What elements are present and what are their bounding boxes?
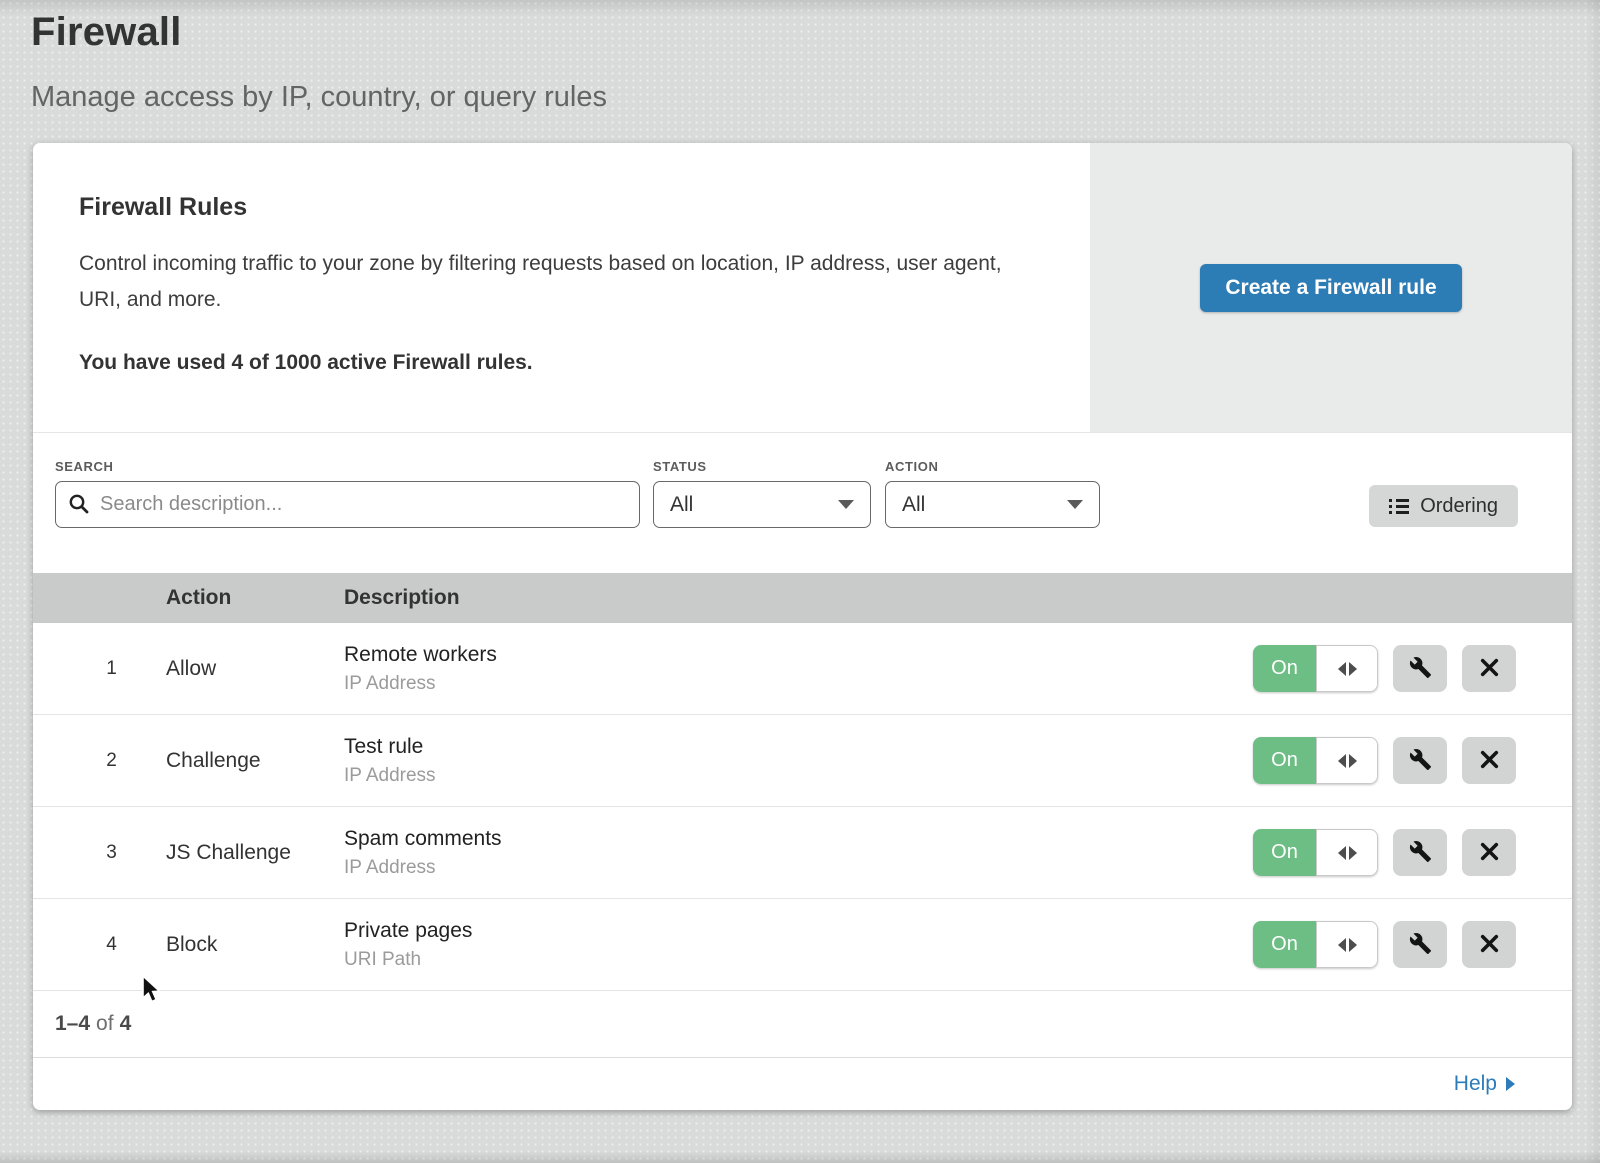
pagination-status: 1–4 of 4	[33, 991, 1572, 1058]
toggle-arrows-icon	[1316, 737, 1378, 784]
rule-description: Spam comments	[344, 827, 1253, 851]
edit-rule-button[interactable]	[1393, 737, 1447, 784]
help-link-label: Help	[1454, 1072, 1497, 1096]
firewall-rules-card: Firewall Rules Control incoming traffic …	[33, 143, 1572, 1110]
status-label: STATUS	[653, 459, 707, 474]
rule-description-cell: Private pages URI Path	[344, 919, 1253, 971]
rule-description: Test rule	[344, 735, 1253, 759]
rule-enabled-toggle[interactable]: On	[1253, 737, 1378, 784]
pagination-total: 4	[120, 1012, 132, 1036]
rule-action: JS Challenge	[166, 841, 344, 865]
pagination-of: of	[96, 1012, 114, 1036]
rule-controls: On	[1253, 829, 1572, 876]
rule-priority: 2	[33, 750, 166, 772]
action-label: ACTION	[885, 459, 938, 474]
rules-usage-text: You have used 4 of 1000 active Firewall …	[79, 351, 1044, 375]
ordering-icon	[1389, 499, 1409, 514]
rule-match-type: IP Address	[344, 673, 1253, 695]
search-field-wrapper	[55, 481, 640, 528]
rule-description: Private pages	[344, 919, 1253, 943]
rule-enabled-toggle[interactable]: On	[1253, 645, 1378, 692]
close-icon	[1479, 749, 1500, 773]
wrench-icon	[1409, 840, 1432, 866]
page-subtitle: Manage access by IP, country, or query r…	[31, 81, 1600, 114]
rule-priority: 1	[33, 658, 166, 680]
search-input[interactable]	[55, 481, 640, 528]
search-label: SEARCH	[55, 459, 114, 474]
edit-rule-button[interactable]	[1393, 645, 1447, 692]
ordering-button-label: Ordering	[1420, 495, 1498, 518]
table-row: 4 Block Private pages URI Path On	[33, 899, 1572, 991]
action-select[interactable]: All	[885, 481, 1100, 528]
toggle-state-label: On	[1253, 921, 1316, 968]
rule-priority: 4	[33, 934, 166, 956]
delete-rule-button[interactable]	[1462, 645, 1516, 692]
column-header-action: Action	[166, 586, 344, 610]
wrench-icon	[1409, 932, 1432, 958]
status-selected-value: All	[670, 493, 693, 517]
column-header-description: Description	[344, 586, 1572, 610]
rule-match-type: IP Address	[344, 765, 1253, 787]
dropdown-arrow-icon	[838, 500, 854, 509]
help-link[interactable]: Help	[1454, 1072, 1515, 1096]
intro-heading: Firewall Rules	[79, 193, 1044, 222]
intro-text-block: Firewall Rules Control incoming traffic …	[33, 143, 1090, 432]
status-select[interactable]: All	[653, 481, 871, 528]
rule-action: Challenge	[166, 749, 344, 773]
toggle-arrows-icon	[1316, 645, 1378, 692]
toggle-state-label: On	[1253, 737, 1316, 784]
delete-rule-button[interactable]	[1462, 829, 1516, 876]
rule-description-cell: Spam comments IP Address	[344, 827, 1253, 879]
help-arrow-icon	[1506, 1077, 1515, 1091]
search-icon	[68, 493, 90, 520]
rule-description: Remote workers	[344, 643, 1253, 667]
card-footer: Help	[33, 1058, 1572, 1109]
card-intro-section: Firewall Rules Control incoming traffic …	[33, 143, 1572, 433]
action-selected-value: All	[902, 493, 925, 517]
create-firewall-rule-button[interactable]: Create a Firewall rule	[1200, 264, 1461, 312]
table-row: 1 Allow Remote workers IP Address On	[33, 623, 1572, 715]
toggle-arrows-icon	[1316, 921, 1378, 968]
table-row: 3 JS Challenge Spam comments IP Address …	[33, 807, 1572, 899]
page-title: Firewall	[31, 10, 1600, 55]
dropdown-arrow-icon	[1067, 500, 1083, 509]
close-icon	[1479, 841, 1500, 865]
filters-section: SEARCH STATUS All ACTION All	[33, 433, 1572, 573]
close-icon	[1479, 657, 1500, 681]
rule-enabled-toggle[interactable]: On	[1253, 829, 1378, 876]
rule-action: Allow	[166, 657, 344, 681]
table-header: Action Description	[33, 573, 1572, 623]
delete-rule-button[interactable]	[1462, 921, 1516, 968]
wrench-icon	[1409, 656, 1432, 682]
delete-rule-button[interactable]	[1462, 737, 1516, 784]
create-rule-panel: Create a Firewall rule	[1090, 143, 1572, 432]
toggle-arrows-icon	[1316, 829, 1378, 876]
rule-match-type: IP Address	[344, 857, 1253, 879]
table-row: 2 Challenge Test rule IP Address On	[33, 715, 1572, 807]
page-header: Firewall Manage access by IP, country, o…	[0, 0, 1600, 114]
rule-controls: On	[1253, 921, 1572, 968]
toggle-state-label: On	[1253, 645, 1316, 692]
rule-enabled-toggle[interactable]: On	[1253, 921, 1378, 968]
intro-description: Control incoming traffic to your zone by…	[79, 246, 1024, 318]
rule-description-cell: Remote workers IP Address	[344, 643, 1253, 695]
wrench-icon	[1409, 748, 1432, 774]
toggle-state-label: On	[1253, 829, 1316, 876]
rule-action: Block	[166, 933, 344, 957]
ordering-button[interactable]: Ordering	[1369, 485, 1518, 527]
edit-rule-button[interactable]	[1393, 829, 1447, 876]
pagination-range: 1–4	[55, 1012, 90, 1036]
rule-controls: On	[1253, 737, 1572, 784]
rule-description-cell: Test rule IP Address	[344, 735, 1253, 787]
rule-match-type: URI Path	[344, 949, 1253, 971]
close-icon	[1479, 933, 1500, 957]
rule-priority: 3	[33, 842, 166, 864]
edit-rule-button[interactable]	[1393, 921, 1447, 968]
rule-controls: On	[1253, 645, 1572, 692]
